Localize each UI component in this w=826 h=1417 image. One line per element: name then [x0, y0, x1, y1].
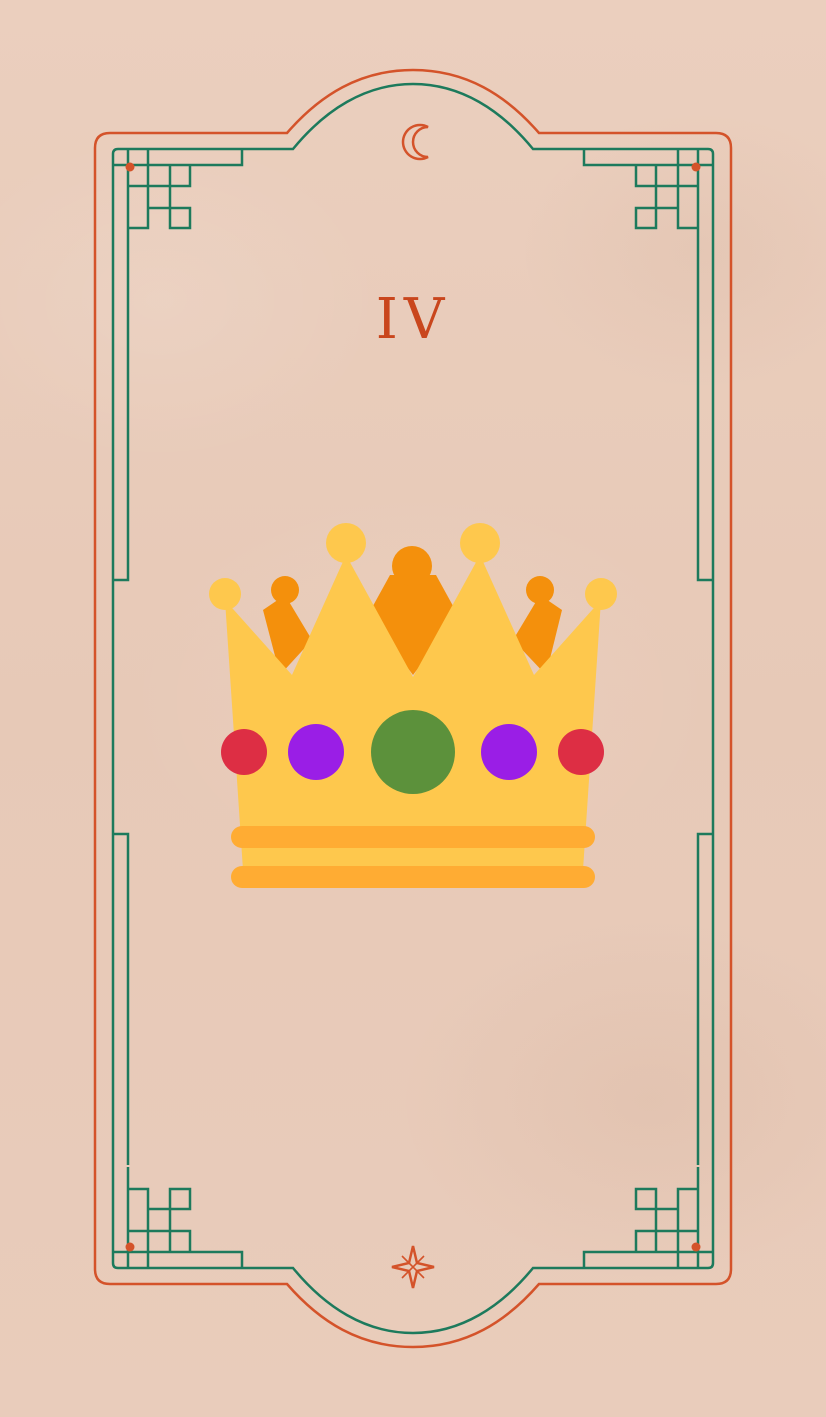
corner-ornament-bottom-right: [582, 1167, 713, 1268]
sparkle-star-icon: [391, 1245, 435, 1289]
gem-green-center: [371, 710, 455, 794]
gem-red-right: [558, 729, 604, 775]
corner-ornament-bottom-left: [113, 1167, 244, 1268]
card-numeral: IV: [375, 287, 451, 352]
gem-purple-left: [288, 724, 344, 780]
gem-red-left: [221, 729, 267, 775]
crescent-moon-icon: [401, 123, 429, 161]
gem-purple-right: [481, 724, 537, 780]
crown-icon: [209, 523, 617, 888]
